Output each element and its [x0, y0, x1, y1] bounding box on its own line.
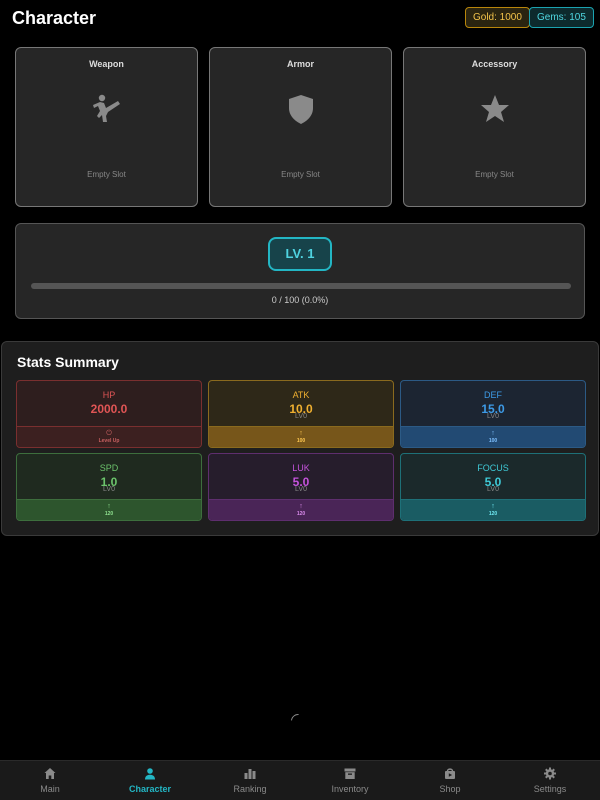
stat-value: 2000.0: [90, 402, 128, 416]
hp-level-up-button[interactable]: ⏻ Level Up: [17, 426, 201, 447]
gear-icon: [544, 767, 556, 780]
character-screen: Character Gold: 1000 Gems: 105 Weapon Em…: [0, 0, 600, 800]
spd-upgrade-button[interactable]: ↑ 120: [17, 499, 201, 520]
stat-tile-atk: ATK 10.0 LV0 ↑ 100: [208, 380, 394, 448]
stat-button-label: Level Up: [98, 438, 120, 444]
bar-chart-icon: [244, 769, 256, 779]
xp-progress-text: 0 / 100 (0.0%): [271, 295, 329, 305]
level-badge: LV. 1: [268, 237, 332, 271]
nav-label: Settings: [533, 784, 567, 794]
stat-button-label: 100: [296, 438, 306, 444]
nav-label: Inventory: [331, 784, 369, 794]
stat-name: HP: [102, 390, 116, 400]
weapon-slot-status: Empty Slot: [87, 170, 126, 179]
shopping-bag-icon: [445, 768, 455, 779]
focus-upgrade-button[interactable]: ↑ 120: [401, 499, 585, 520]
home-icon: [44, 768, 56, 779]
armor-slot-status: Empty Slot: [281, 170, 320, 179]
stat-name: DEF: [484, 390, 502, 400]
weapon-slot[interactable]: Weapon Empty Slot: [15, 47, 198, 207]
stat-button-label: 100: [488, 438, 498, 444]
stat-tile-hp: HP 2000.0 ⏻ Level Up: [16, 380, 202, 448]
header: Character Gold: 1000 Gems: 105: [0, 0, 600, 36]
arrow-up-icon: ↑: [491, 430, 495, 437]
stats-summary: Stats Summary HP 2000.0 ⏻ Level Up ATK 1…: [1, 341, 599, 536]
nav-item-main[interactable]: Main: [0, 761, 100, 800]
stat-button-label: 120: [488, 511, 498, 517]
arrow-up-icon: ↑: [299, 430, 303, 437]
arrow-icon: ⏻: [106, 430, 112, 437]
loading-spinner-icon: [288, 711, 308, 731]
person-icon: [145, 768, 155, 780]
accessory-slot-label: Accessory: [471, 59, 518, 69]
stat-level: LV0: [487, 413, 499, 420]
stats-summary-title: Stats Summary: [17, 354, 119, 370]
stat-tile-spd: SPD 1.0 LV0 ↑ 120: [16, 453, 202, 521]
archive-box-icon: [344, 768, 356, 779]
stat-level: LV0: [103, 486, 115, 493]
arrow-up-icon: ↑: [107, 503, 111, 510]
stat-name: SPD: [99, 463, 119, 473]
bottom-nav: Main Character Ranking Inventory Shop Se…: [0, 760, 600, 800]
stat-tile-focus: FOCUS 5.0 LV0 ↑ 120: [400, 453, 586, 521]
stat-name: ATK: [292, 390, 310, 400]
star-icon: [480, 95, 509, 122]
gems-badge: Gems: 105: [529, 7, 594, 28]
level-card: LV. 1 0 / 100 (0.0%): [15, 223, 585, 319]
stat-tile-def: DEF 15.0 LV0 ↑ 100: [400, 380, 586, 448]
stat-level: LV0: [487, 486, 499, 493]
xp-progress-bar: [31, 283, 571, 289]
accessory-slot-status: Empty Slot: [475, 170, 514, 179]
armor-slot[interactable]: Armor Empty Slot: [209, 47, 392, 207]
martial-arts-kick-icon: [92, 94, 120, 122]
luk-upgrade-button[interactable]: ↑ 120: [209, 499, 393, 520]
nav-label: Character: [128, 784, 172, 794]
stat-name: LUK: [292, 463, 310, 473]
nav-item-ranking[interactable]: Ranking: [200, 761, 300, 800]
stat-level: LV0: [295, 486, 307, 493]
stat-name: FOCUS: [477, 463, 509, 473]
arrow-up-icon: ↑: [299, 503, 303, 510]
arrow-up-icon: ↑: [491, 503, 495, 510]
def-upgrade-button[interactable]: ↑ 100: [401, 426, 585, 447]
atk-upgrade-button[interactable]: ↑ 100: [209, 426, 393, 447]
shield-icon: [288, 95, 313, 124]
nav-label: Main: [40, 784, 60, 794]
stat-level: LV0: [295, 413, 307, 420]
nav-item-settings[interactable]: Settings: [500, 761, 600, 800]
nav-item-shop[interactable]: Shop: [400, 761, 500, 800]
stat-tile-luk: LUK 5.0 LV0 ↑ 120: [208, 453, 394, 521]
page-title: Character: [12, 8, 97, 28]
nav-label: Ranking: [233, 784, 267, 794]
nav-label: Shop: [439, 784, 461, 794]
armor-slot-label: Armor: [286, 59, 314, 69]
nav-item-character[interactable]: Character: [100, 761, 200, 800]
accessory-slot[interactable]: Accessory Empty Slot: [403, 47, 586, 207]
stat-button-label: 120: [104, 511, 114, 517]
nav-item-inventory[interactable]: Inventory: [300, 761, 400, 800]
stat-button-label: 120: [296, 511, 306, 517]
gold-badge: Gold: 1000: [465, 7, 530, 28]
weapon-slot-label: Weapon: [89, 59, 124, 69]
